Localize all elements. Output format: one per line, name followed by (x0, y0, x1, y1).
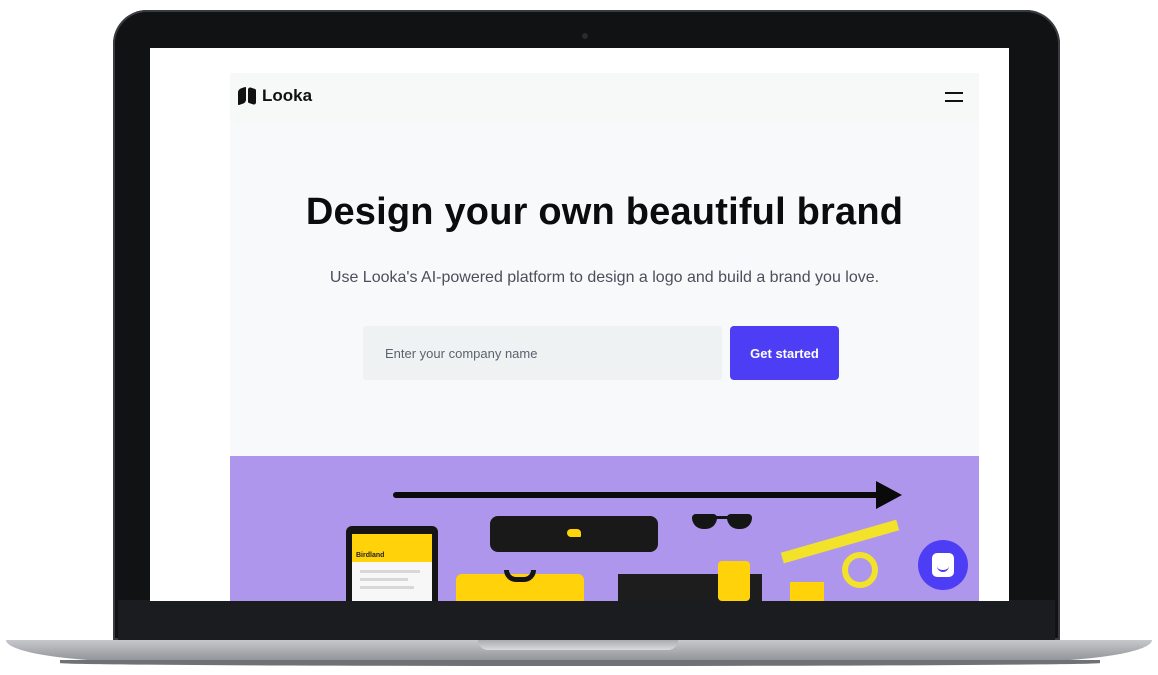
arrow-head (876, 481, 902, 509)
measuring-tape (780, 519, 900, 564)
laptop-screen: Looka Design your own beautiful brand Us… (150, 48, 1009, 601)
tablet-text-line (360, 578, 408, 581)
laptop-shadow (60, 660, 1100, 666)
web-page: Looka Design your own beautiful brand Us… (230, 73, 979, 601)
company-name-field-wrapper (363, 326, 722, 380)
arrow-right-icon (393, 492, 883, 498)
tag-product (718, 561, 750, 601)
brand-logo[interactable]: Looka (238, 86, 312, 106)
card-product (790, 582, 824, 601)
logo-icon (238, 86, 256, 106)
tshirt-collar (504, 570, 536, 582)
company-name-input[interactable] (363, 326, 722, 380)
get-started-button[interactable]: Get started (730, 326, 839, 380)
bird-logo-icon (567, 529, 581, 537)
chat-icon[interactable] (918, 540, 968, 590)
measuring-tape-roll (842, 552, 878, 588)
hamburger-menu-icon[interactable] (945, 90, 963, 104)
tablet-screen: Birdland (352, 534, 432, 601)
tablet-text-line (360, 586, 414, 589)
top-nav: Looka (230, 73, 979, 123)
tshirt-product (456, 570, 584, 601)
tablet-header: Birdland (352, 534, 432, 562)
laptop-notch (478, 640, 678, 650)
sunglasses-product (690, 512, 754, 530)
hero-title: Design your own beautiful brand (305, 191, 904, 233)
tablet-text-line (360, 570, 420, 573)
tablet-brand-name: Birdland (356, 552, 385, 559)
brand-name: Looka (262, 86, 313, 105)
laptop-bezel (118, 600, 1055, 640)
tablet-mockup: Birdland (346, 526, 438, 601)
product-roll (490, 516, 658, 552)
camera-icon (582, 33, 588, 39)
brand-showcase: Birdland (230, 456, 979, 601)
hero-subtitle: Use Looka's AI-powered platform to desig… (329, 269, 880, 286)
